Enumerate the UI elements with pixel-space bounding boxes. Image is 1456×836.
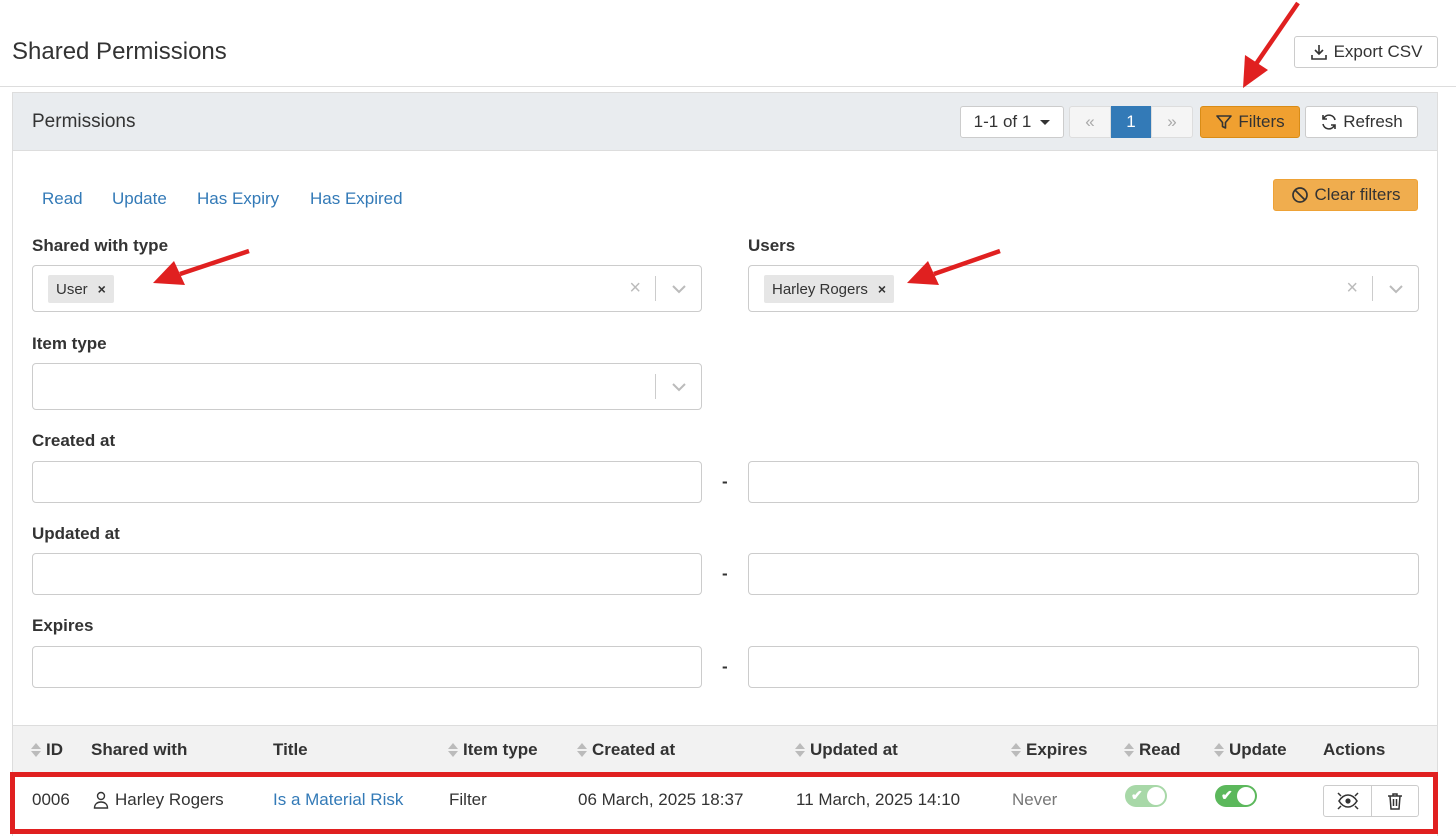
sort-icon: [1011, 743, 1021, 757]
quick-filter-has-expiry[interactable]: Has Expiry: [197, 189, 279, 209]
expires-to-input[interactable]: [748, 646, 1419, 688]
updated-at-from-input[interactable]: [32, 553, 702, 595]
page-title: Shared Permissions: [12, 38, 227, 65]
pagination: « 1 »: [1069, 106, 1193, 138]
quick-filter-has-expired[interactable]: Has Expired: [310, 189, 403, 209]
chevron-down-icon[interactable]: [1388, 281, 1404, 297]
export-csv-label: Export CSV: [1333, 42, 1423, 61]
select-divider: [655, 374, 656, 399]
expires-from-input[interactable]: [32, 646, 702, 688]
shared-with-type-label: Shared with type: [32, 236, 169, 255]
tag-label: User: [56, 280, 88, 298]
column-item-type[interactable]: Item type: [448, 740, 538, 760]
column-label: Update: [1229, 740, 1287, 759]
column-actions: Actions: [1323, 740, 1385, 760]
column-label: Item type: [463, 740, 538, 759]
ban-icon: [1291, 187, 1308, 203]
tag-label: Harley Rogers: [772, 280, 868, 298]
highlighted-row-annotation: [10, 772, 1438, 834]
permissions-panel: Permissions 1-1 of 1 « 1 » Filters Refre…: [12, 92, 1438, 836]
range-separator: -: [722, 564, 728, 583]
column-shared-with: Shared with: [91, 740, 187, 760]
panel-title: Permissions: [32, 111, 136, 132]
column-label: Expires: [1026, 740, 1088, 759]
selected-tag: User ×: [48, 275, 114, 303]
quick-filter-update[interactable]: Update: [112, 189, 167, 209]
first-page-button[interactable]: «: [1069, 106, 1111, 138]
updated-at-to-input[interactable]: [748, 553, 1419, 595]
column-id[interactable]: ID: [31, 740, 63, 760]
sort-icon: [577, 743, 587, 757]
caret-down-icon: [1040, 119, 1051, 125]
remove-tag-icon[interactable]: ×: [98, 281, 106, 297]
column-label: ID: [46, 740, 63, 759]
chevron-down-icon[interactable]: [671, 379, 687, 395]
column-expires[interactable]: Expires: [1011, 740, 1087, 760]
header-divider: [0, 86, 1456, 87]
table-header: ID Shared with Title Item type Created a…: [13, 725, 1437, 773]
column-updated-at[interactable]: Updated at: [795, 740, 898, 760]
users-select[interactable]: Harley Rogers × ×: [748, 265, 1419, 312]
refresh-label: Refresh: [1343, 112, 1403, 131]
column-label: Read: [1139, 740, 1181, 759]
remove-tag-icon[interactable]: ×: [878, 281, 886, 297]
column-label: Title: [273, 740, 308, 759]
sort-icon: [1124, 743, 1134, 757]
column-created-at[interactable]: Created at: [577, 740, 675, 760]
column-read[interactable]: Read: [1124, 740, 1181, 760]
users-label: Users: [748, 236, 796, 255]
clear-filters-label: Clear filters: [1314, 185, 1401, 204]
download-icon: [1310, 45, 1327, 60]
filters-label: Filters: [1238, 112, 1285, 131]
select-divider: [1372, 276, 1373, 301]
created-at-label: Created at: [32, 431, 116, 450]
export-csv-button[interactable]: Export CSV: [1294, 36, 1438, 68]
column-label: Updated at: [810, 740, 898, 759]
page-size-dropdown[interactable]: 1-1 of 1: [960, 106, 1064, 138]
sort-icon: [448, 743, 458, 757]
item-type-select[interactable]: [32, 363, 702, 410]
clear-filters-button[interactable]: Clear filters: [1273, 179, 1418, 211]
item-type-label: Item type: [32, 334, 107, 353]
updated-at-label: Updated at: [32, 524, 120, 543]
filter-icon: [1216, 115, 1233, 129]
sort-icon: [795, 743, 805, 757]
refresh-icon: [1322, 114, 1337, 130]
clear-selection-icon[interactable]: ×: [629, 277, 641, 300]
shared-with-type-select[interactable]: User × ×: [32, 265, 702, 312]
selected-tag: Harley Rogers ×: [764, 275, 895, 303]
page-1-button[interactable]: 1: [1111, 106, 1151, 138]
arrow-to-filters-button: [1243, 1, 1300, 88]
column-label: Actions: [1323, 740, 1386, 759]
refresh-button[interactable]: Refresh: [1305, 106, 1418, 138]
column-label: Created at: [592, 740, 676, 759]
sort-icon: [31, 743, 41, 757]
expires-label: Expires: [32, 616, 94, 635]
column-title: Title: [273, 740, 308, 760]
column-update[interactable]: Update: [1214, 740, 1287, 760]
select-divider: [655, 276, 656, 301]
range-separator: -: [722, 472, 728, 491]
chevron-down-icon[interactable]: [671, 281, 687, 297]
pager-count-label: 1-1 of 1: [973, 112, 1032, 131]
sort-icon: [1214, 743, 1224, 757]
range-separator: -: [722, 657, 728, 676]
created-at-from-input[interactable]: [32, 461, 702, 503]
filters-button[interactable]: Filters: [1200, 106, 1300, 138]
quick-filter-read[interactable]: Read: [42, 189, 83, 209]
panel-header: Permissions 1-1 of 1 « 1 » Filters Refre…: [13, 93, 1437, 151]
last-page-button[interactable]: »: [1151, 106, 1193, 138]
clear-selection-icon[interactable]: ×: [1346, 277, 1358, 300]
created-at-to-input[interactable]: [748, 461, 1419, 503]
column-label: Shared with: [91, 740, 188, 759]
